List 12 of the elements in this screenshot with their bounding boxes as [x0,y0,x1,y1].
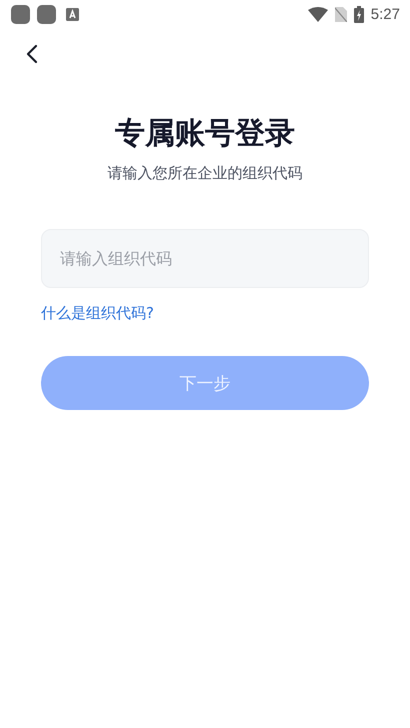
page-subtitle: 请输入您所在企业的组织代码 [106,163,304,184]
page-title: 专属账号登录 [114,115,296,153]
notification-icon [11,4,30,24]
battery-icon [354,6,364,22]
back-icon[interactable] [24,42,40,66]
help-link[interactable]: 什么是组织代码? [41,302,154,324]
status-time: 5:27 [370,6,400,22]
no-sim-icon [334,6,347,22]
keyboard-icon [66,8,79,20]
notification-icon [37,4,56,24]
org-code-field[interactable]: 请输入组织代码 [41,229,369,288]
wifi-icon [308,6,328,22]
